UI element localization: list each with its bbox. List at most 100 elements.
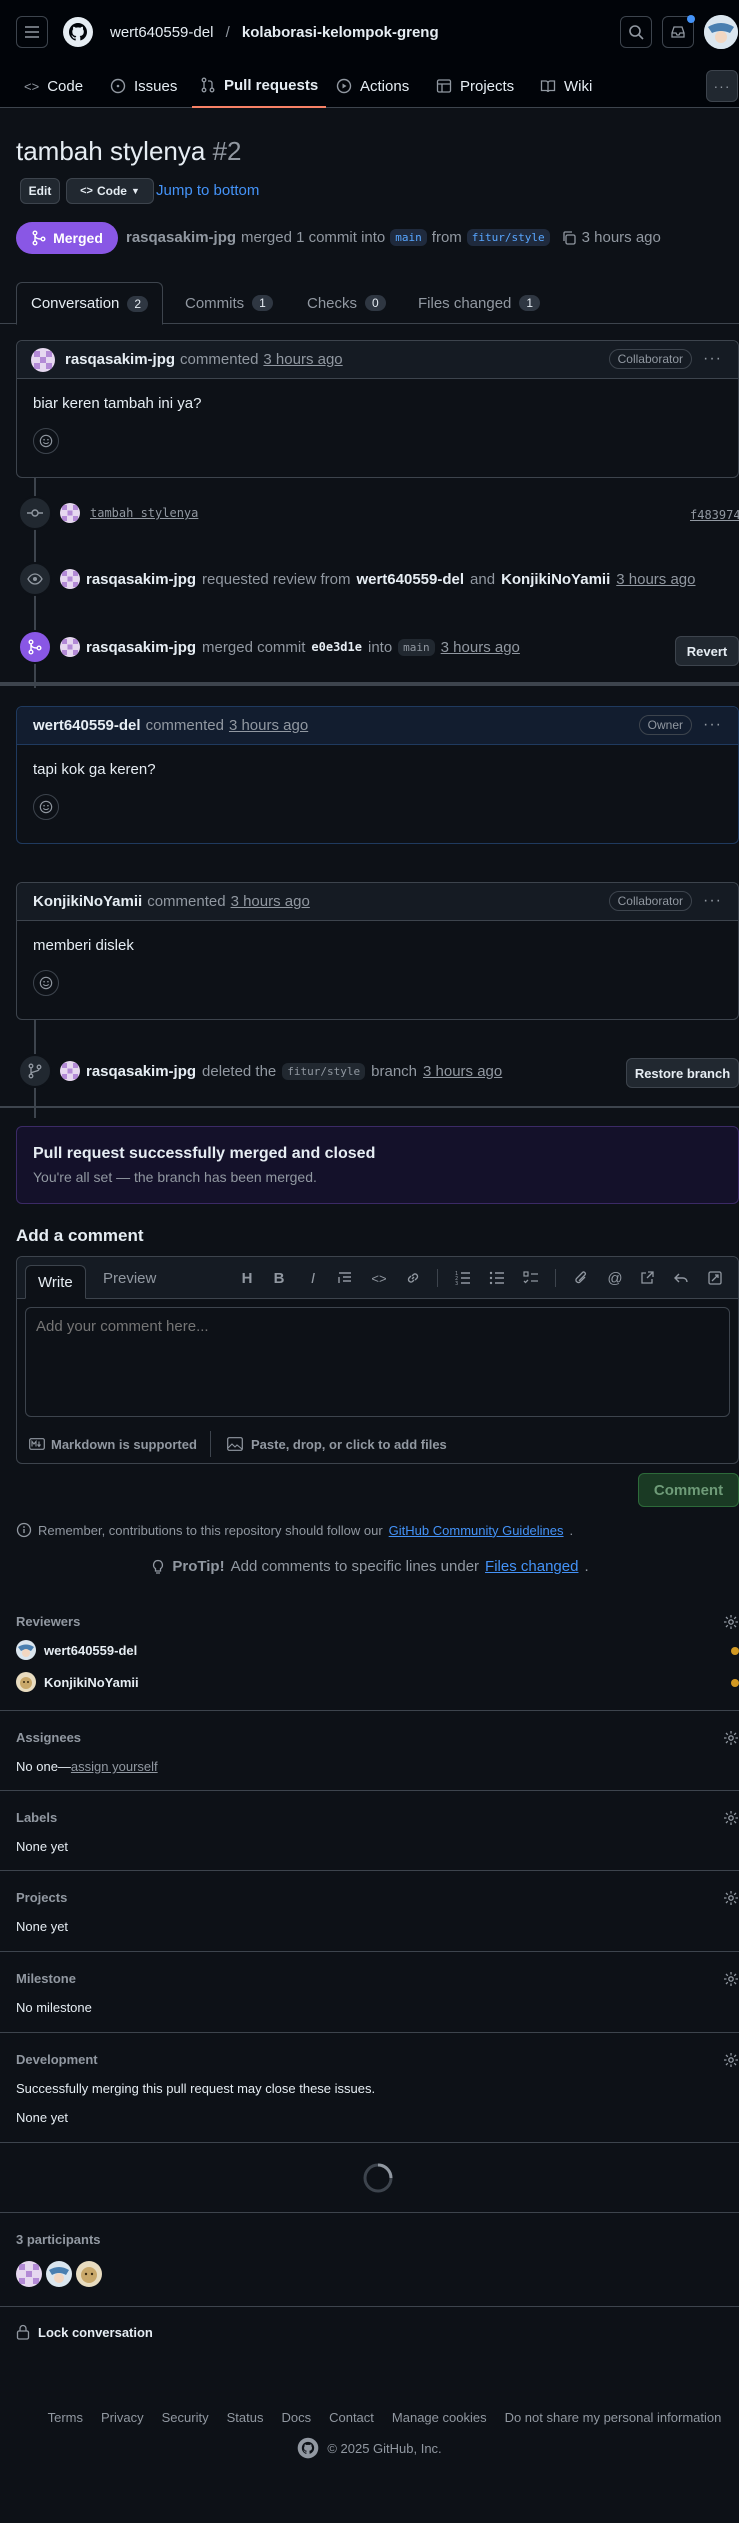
fullscreen-icon[interactable] <box>705 1268 725 1288</box>
footer-link-terms[interactable]: Terms <box>48 2410 83 2425</box>
jump-to-bottom-link[interactable]: Jump to bottom <box>156 182 259 199</box>
user-avatar[interactable] <box>704 15 738 49</box>
footer-link-do-not-share[interactable]: Do not share my personal information <box>505 2410 722 2425</box>
footer-link-privacy[interactable]: Privacy <box>101 2410 144 2425</box>
code-dropdown-button[interactable]: <> Code ▼ <box>66 178 154 204</box>
heading-icon[interactable]: H <box>237 1268 257 1288</box>
nav-actions[interactable]: Actions <box>328 64 417 108</box>
identicon-icon[interactable] <box>60 503 80 523</box>
markdown-note[interactable]: Markdown is supported <box>17 1431 211 1457</box>
link-icon[interactable] <box>403 1268 423 1288</box>
ordered-list-icon[interactable]: 123 <box>453 1268 473 1288</box>
kebab-icon[interactable]: ··· <box>703 350 722 368</box>
avatar[interactable] <box>16 2261 42 2287</box>
quote-icon[interactable] <box>335 1268 355 1288</box>
base-branch[interactable]: main <box>390 229 427 246</box>
github-logo-icon[interactable] <box>62 16 94 48</box>
identicon-icon[interactable] <box>60 569 80 589</box>
commit-sha[interactable]: f483974 <box>690 508 739 522</box>
merge-commit-sha[interactable]: e0e3d1e <box>311 640 362 654</box>
event-user[interactable]: rasqasakim-jpg <box>86 1063 196 1080</box>
nav-issues[interactable]: Issues <box>102 64 185 108</box>
avatar[interactable] <box>46 2261 72 2287</box>
gear-icon[interactable] <box>723 1971 739 1987</box>
edit-button[interactable]: Edit <box>20 178 60 204</box>
reviewer-name[interactable]: KonjikiNoYamii <box>501 571 610 588</box>
github-logo-icon[interactable] <box>297 2437 319 2459</box>
footer-link-docs[interactable]: Docs <box>281 2410 311 2425</box>
comment-textarea[interactable] <box>25 1307 730 1417</box>
tab-checks[interactable]: Checks 0 <box>307 282 386 324</box>
lock-conversation-button[interactable]: Lock conversation <box>16 2324 153 2340</box>
tab-files-changed[interactable]: Files changed 1 <box>418 282 541 324</box>
event-user[interactable]: rasqasakim-jpg <box>86 639 196 656</box>
head-branch[interactable]: fitur/style <box>466 229 550 246</box>
nav-code[interactable]: <> Code <box>16 64 91 108</box>
files-changed-link[interactable]: Files changed <box>485 1558 578 1575</box>
comment-author[interactable]: rasqasakim-jpg <box>65 351 175 368</box>
footer-link-security[interactable]: Security <box>162 2410 209 2425</box>
gear-icon[interactable] <box>723 1810 739 1826</box>
comment-author[interactable]: wert640559-del <box>33 717 141 734</box>
gear-icon[interactable] <box>723 2052 739 2068</box>
footer-link-manage-cookies[interactable]: Manage cookies <box>392 2410 487 2425</box>
italic-icon[interactable]: I <box>303 1268 323 1288</box>
identicon-icon[interactable] <box>31 347 55 372</box>
breadcrumb-owner[interactable]: wert640559-del <box>110 24 213 41</box>
preview-tab[interactable]: Preview <box>103 1257 156 1299</box>
restore-branch-button[interactable]: Restore branch <box>626 1058 739 1088</box>
cross-reference-icon[interactable] <box>637 1268 657 1288</box>
nav-pull-requests[interactable]: Pull requests <box>192 64 327 108</box>
attachment-icon[interactable] <box>571 1268 591 1288</box>
identicon-icon[interactable] <box>60 637 80 657</box>
kebab-icon[interactable]: ··· <box>703 892 722 910</box>
tab-conversation[interactable]: Conversation 2 <box>16 282 164 325</box>
hamburger-menu-button[interactable] <box>16 16 48 48</box>
comment-submit-button[interactable]: Comment <box>638 1473 739 1507</box>
kebab-icon[interactable]: ··· <box>703 716 722 734</box>
revert-button[interactable]: Revert <box>675 636 739 666</box>
add-reaction-button[interactable] <box>33 794 59 820</box>
event-time[interactable]: 3 hours ago <box>441 639 520 656</box>
tab-commits[interactable]: Commits 1 <box>185 282 273 324</box>
community-guidelines-link[interactable]: GitHub Community Guidelines <box>389 1523 564 1538</box>
reviewer-item[interactable]: KonjikiNoYamii <box>16 1672 139 1692</box>
breadcrumb-repo[interactable]: kolaborasi-kelompok-greng <box>242 24 439 41</box>
copy-icon[interactable] <box>561 230 577 246</box>
bold-icon[interactable]: B <box>269 1268 289 1288</box>
attach-files-note[interactable]: Paste, drop, or click to add files <box>211 1437 447 1452</box>
code-icon[interactable]: <> <box>369 1268 389 1288</box>
more-nav-button[interactable]: ··· <box>706 70 738 102</box>
reviewer-item[interactable]: wert640559-del <box>16 1640 137 1660</box>
add-reaction-button[interactable] <box>33 428 59 454</box>
avatar[interactable] <box>76 2261 102 2287</box>
event-user[interactable]: rasqasakim-jpg <box>86 571 196 588</box>
inbox-button[interactable] <box>662 15 695 48</box>
unordered-list-icon[interactable] <box>487 1268 507 1288</box>
merger-name[interactable]: rasqasakim-jpg <box>126 229 236 246</box>
search-button[interactable] <box>620 16 652 48</box>
reply-icon[interactable] <box>671 1268 691 1288</box>
comment-author[interactable]: KonjikiNoYamii <box>33 893 142 910</box>
footer-link-status[interactable]: Status <box>227 2410 264 2425</box>
event-time[interactable]: 3 hours ago <box>616 571 695 588</box>
gear-icon[interactable] <box>723 1730 739 1746</box>
mention-icon[interactable]: @ <box>605 1268 625 1288</box>
gear-icon[interactable] <box>723 1890 739 1906</box>
nav-wiki[interactable]: Wiki <box>532 64 600 108</box>
merge-branch[interactable]: main <box>398 638 435 656</box>
event-time[interactable]: 3 hours ago <box>423 1063 502 1080</box>
gear-icon[interactable] <box>723 1614 739 1630</box>
comment-time[interactable]: 3 hours ago <box>263 351 342 368</box>
write-tab[interactable]: Write <box>25 1265 86 1299</box>
add-reaction-button[interactable] <box>33 970 59 996</box>
nav-projects[interactable]: Projects <box>428 64 522 108</box>
commit-message[interactable]: tambah stylenya <box>90 506 198 520</box>
assign-yourself-link[interactable]: assign yourself <box>71 1759 158 1774</box>
footer-link-contact[interactable]: Contact <box>329 2410 374 2425</box>
reviewer-name[interactable]: wert640559-del <box>356 571 464 588</box>
comment-time[interactable]: 3 hours ago <box>231 893 310 910</box>
identicon-icon[interactable] <box>60 1061 80 1081</box>
comment-time[interactable]: 3 hours ago <box>229 717 308 734</box>
task-list-icon[interactable] <box>521 1268 541 1288</box>
